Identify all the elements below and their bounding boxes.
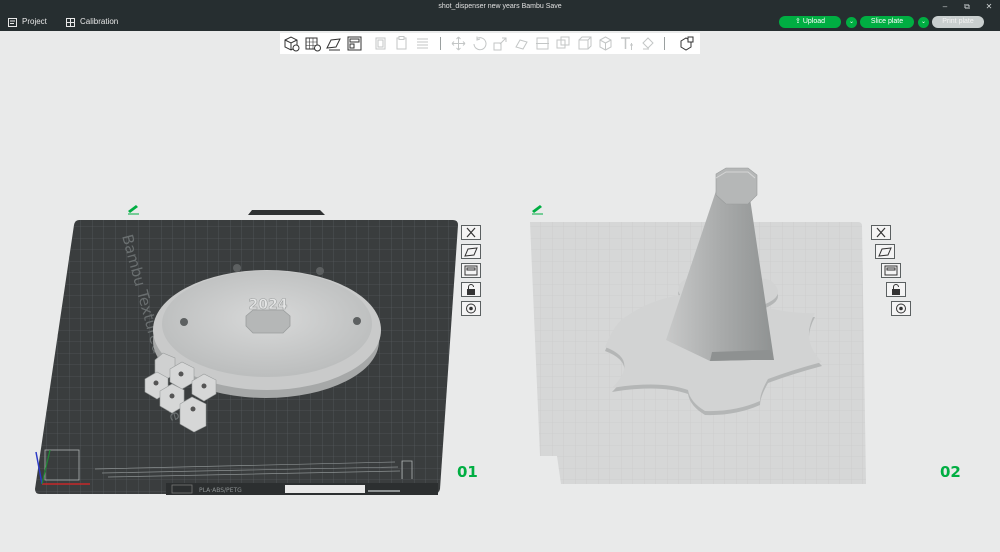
plate-1-lock-button[interactable] — [461, 282, 481, 297]
plate-2-edit-icon[interactable] — [532, 205, 543, 215]
rotate-icon[interactable] — [471, 35, 488, 52]
dish-hub — [245, 309, 291, 334]
plate-footer-qr — [285, 485, 365, 493]
dish-hole — [233, 264, 241, 272]
dish-hole — [353, 317, 361, 325]
plate-1-orient-button[interactable] — [461, 244, 481, 259]
close-icon[interactable]: ✕ — [978, 0, 1000, 13]
3d-viewport[interactable]: Bambu Textured PEI Plate PLA·ABS/PETG 20… — [0, 54, 1000, 547]
upload-button[interactable]: ⇪ Upload — [779, 16, 841, 28]
text-tool-icon[interactable] — [618, 35, 635, 52]
project-label: Project — [22, 17, 47, 26]
dish-hole — [180, 318, 188, 326]
lay-on-face-icon[interactable] — [513, 35, 530, 52]
color-paint-icon[interactable] — [639, 35, 656, 52]
dish-text: 2024 — [249, 297, 288, 313]
plate-2-settings-button[interactable] — [891, 301, 911, 316]
add-plate-icon[interactable] — [304, 35, 321, 52]
slice-group: ⌄ Slice plate — [846, 16, 914, 28]
split-icon[interactable] — [414, 35, 431, 52]
scale-icon[interactable] — [492, 35, 509, 52]
plate-1-number: 01 — [457, 463, 478, 481]
print-group: ⌄ Print plate — [918, 16, 984, 28]
move-icon[interactable] — [450, 35, 467, 52]
plate-2-arrange-button[interactable] — [881, 263, 901, 278]
calibration-menu[interactable]: Calibration — [66, 13, 118, 31]
project-menu[interactable]: Project — [8, 13, 47, 31]
project-icon — [8, 17, 17, 27]
support-paint-icon[interactable] — [576, 35, 593, 52]
slice-dropdown-caret[interactable]: ⌄ — [846, 16, 857, 28]
minimize-icon[interactable]: – — [934, 0, 956, 13]
scene: Bambu Textured PEI Plate PLA·ABS/PETG 20… — [35, 167, 866, 495]
add-object-icon[interactable] — [283, 35, 300, 52]
part-hole — [190, 406, 196, 412]
upload-group: ⇪ Upload — [779, 16, 841, 28]
toolbar-separator — [440, 37, 441, 50]
part-hole — [201, 383, 207, 389]
part-hole — [169, 393, 175, 399]
calibration-icon — [66, 17, 75, 27]
plate-2-lock-button[interactable] — [886, 282, 906, 297]
calibration-label: Calibration — [80, 17, 119, 26]
plate-1-tab — [248, 210, 325, 215]
print-dropdown-caret[interactable]: ⌄ — [918, 16, 929, 28]
assembly-view-icon[interactable] — [678, 35, 695, 52]
title-bar: shot_dispenser new years Bambu Save – ⧉ … — [0, 0, 1000, 13]
plate-2-number: 02 — [940, 463, 961, 481]
copy-icon[interactable] — [372, 35, 389, 52]
dish-hole — [316, 267, 324, 275]
plate-1-edit-icon[interactable] — [128, 205, 139, 215]
part-hole — [178, 371, 184, 377]
auto-orient-icon[interactable] — [325, 35, 342, 52]
plate-2-orient-button[interactable] — [875, 244, 895, 259]
cut-icon[interactable] — [534, 35, 551, 52]
plate-2-close-button[interactable] — [871, 225, 891, 240]
window-title: shot_dispenser new years Bambu Save — [438, 3, 562, 10]
plate-1-arrange-button[interactable] — [461, 263, 481, 278]
cone-cap — [715, 167, 758, 205]
part-hole — [153, 380, 159, 386]
print-plate-button[interactable]: Print plate — [932, 16, 984, 28]
boolean-icon[interactable] — [555, 35, 572, 52]
plate-footer-text: PLA·ABS/PETG — [199, 487, 242, 494]
seam-paint-icon[interactable] — [597, 35, 614, 52]
upload-icon: ⇪ — [795, 18, 803, 25]
toolbar-separator — [664, 37, 665, 50]
top-toolbar — [280, 33, 700, 54]
arrange-icon[interactable] — [346, 35, 363, 52]
slice-plate-button[interactable]: Slice plate — [860, 16, 914, 28]
paste-icon[interactable] — [393, 35, 410, 52]
plate-1-close-button[interactable] — [461, 225, 481, 240]
restore-icon[interactable]: ⧉ — [956, 0, 978, 13]
plate-1-settings-button[interactable] — [461, 301, 481, 316]
